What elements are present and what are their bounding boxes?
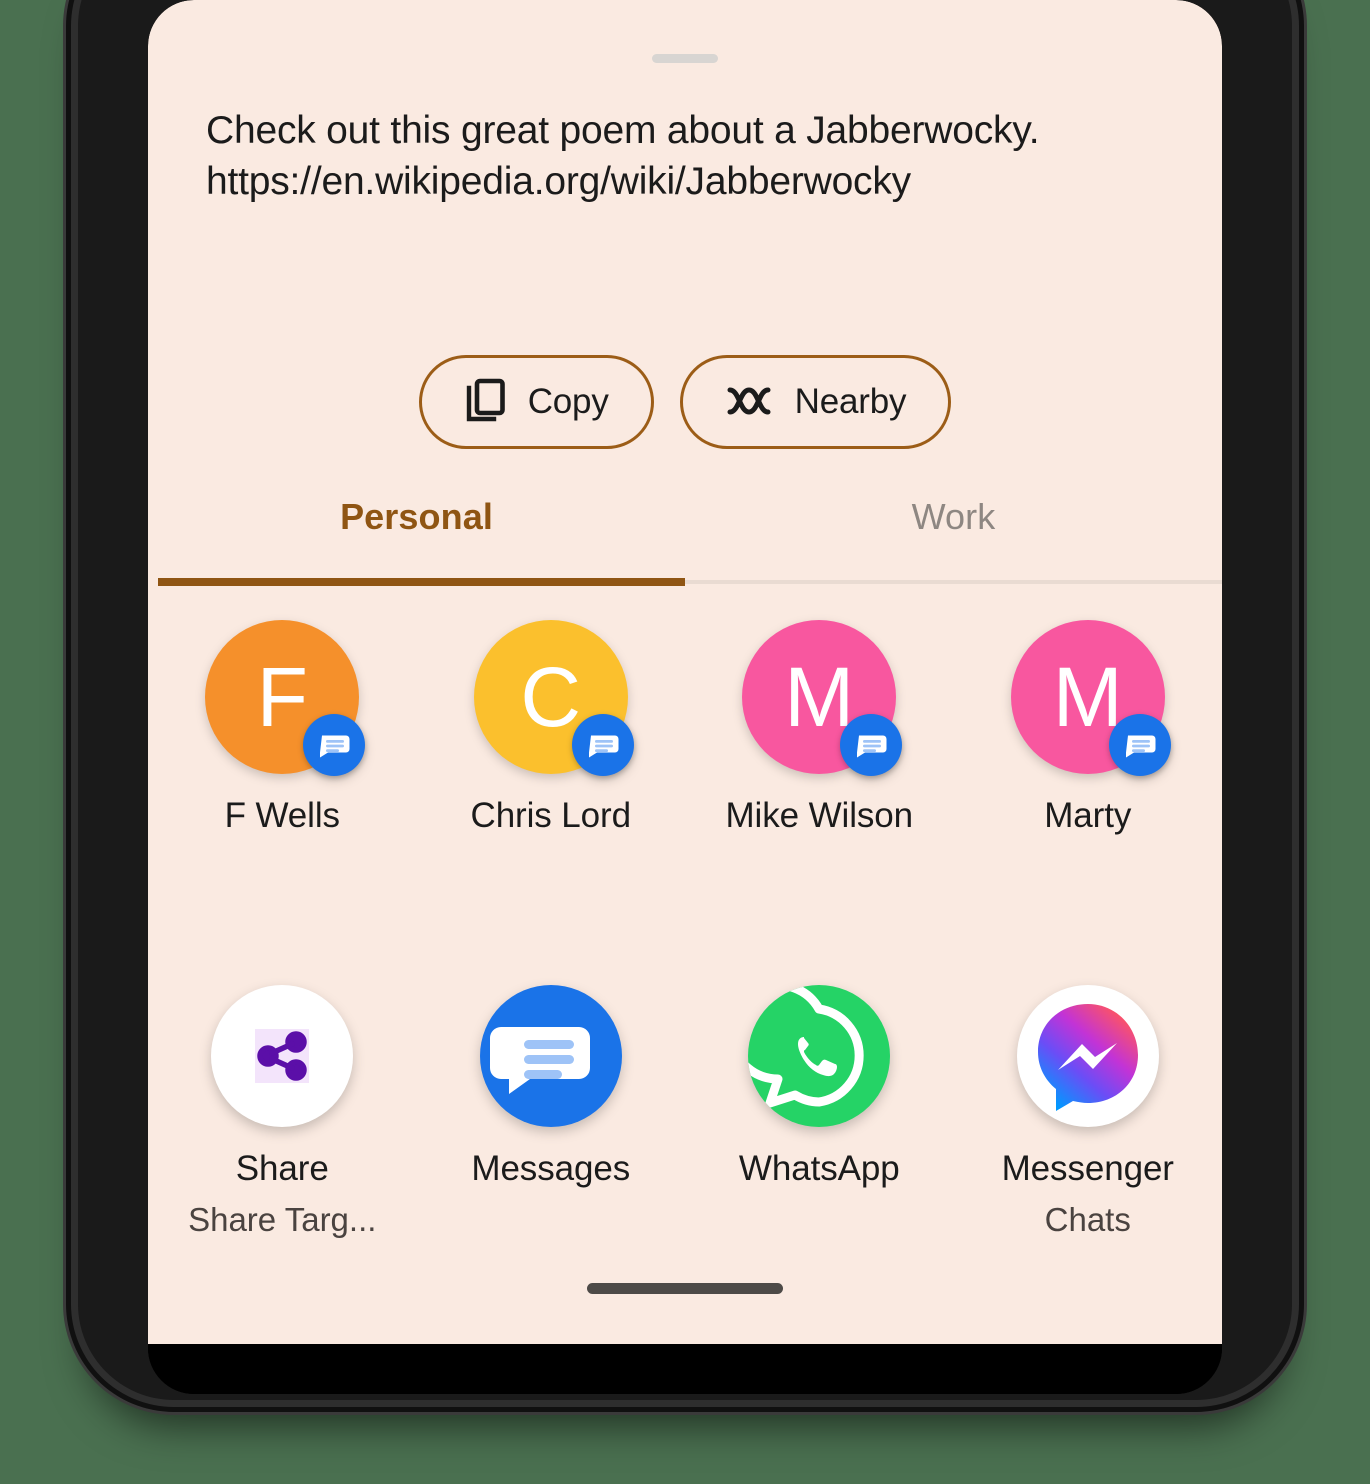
share-sheet: Check out this great poem about a Jabber… [148,0,1222,1344]
tab-work[interactable]: Work [685,462,1222,572]
preview-line-url: https://en.wikipedia.org/wiki/Jabberwock… [206,160,911,204]
avatar: M [742,620,903,776]
share-target-label: Mike Wilson [725,796,914,835]
shared-content-preview: Check out this great poem about a Jabber… [206,105,1166,207]
share-target-label: F Wells [224,796,340,835]
share-target-sublabel: Chats [1044,1201,1131,1238]
share-target-chris-lord[interactable]: C Chris Lord [417,620,686,836]
share-target-f-wells[interactable]: F F Wells [148,620,417,836]
share-target-label: WhatsApp [738,1149,900,1188]
copy-button[interactable]: Copy [418,355,654,449]
share-target-label: Marty [1044,796,1132,835]
share-target-messages[interactable]: Messages [417,985,686,1239]
phone-frame: Check out this great poem about a Jabber… [78,0,1292,1400]
quick-action-row: Copy Nearby [148,355,1222,449]
avatar: M [1010,620,1171,776]
preview-line-message: Check out this great poem about a Jabber… [206,109,1040,152]
phone-screen: Check out this great poem about a Jabber… [148,0,1222,1394]
app-share-target-row: Share Share Targ... Messages WhatsApp Me… [148,985,1222,1239]
messages-icon [571,714,634,776]
system-nav-area [148,1344,1222,1394]
share-target-label: Share [235,1149,329,1188]
tab-active-indicator [158,578,685,586]
tab-bar: Personal Work [148,462,1222,572]
tab-personal[interactable]: Personal [148,462,685,572]
share-target-label: Messenger [1001,1149,1174,1188]
messages-icon [1108,714,1171,776]
share-target-label: Messages [471,1149,631,1188]
avatar: C [473,620,634,776]
messenger-icon [1016,985,1159,1127]
share-target-share[interactable]: Share Share Targ... [148,985,417,1239]
home-gesture-pill[interactable] [587,1283,783,1294]
share-target-label: Chris Lord [470,796,632,835]
nearby-button[interactable]: Nearby [679,355,952,449]
copy-icon [464,378,506,427]
messages-app-icon [479,985,622,1127]
sheet-drag-handle[interactable] [652,54,718,63]
copy-button-label: Copy [527,382,609,421]
share-target-sublabel: Share Targ... [188,1201,377,1238]
direct-share-contact-row: F F Wells C Chris Lord M Mike Wilson M M… [148,620,1222,836]
nearby-share-icon [725,384,773,421]
nearby-button-label: Nearby [794,382,907,421]
share-target-mike-wilson[interactable]: M Mike Wilson [685,620,954,836]
share-target-icon [211,985,354,1127]
share-target-marty[interactable]: M Marty [954,620,1223,836]
messages-icon [840,714,903,776]
share-target-whatsapp[interactable]: WhatsApp [685,985,954,1239]
avatar: F [205,620,366,776]
messages-icon [303,714,366,776]
share-target-messenger[interactable]: Messenger Chats [954,985,1223,1239]
whatsapp-icon [748,985,891,1127]
